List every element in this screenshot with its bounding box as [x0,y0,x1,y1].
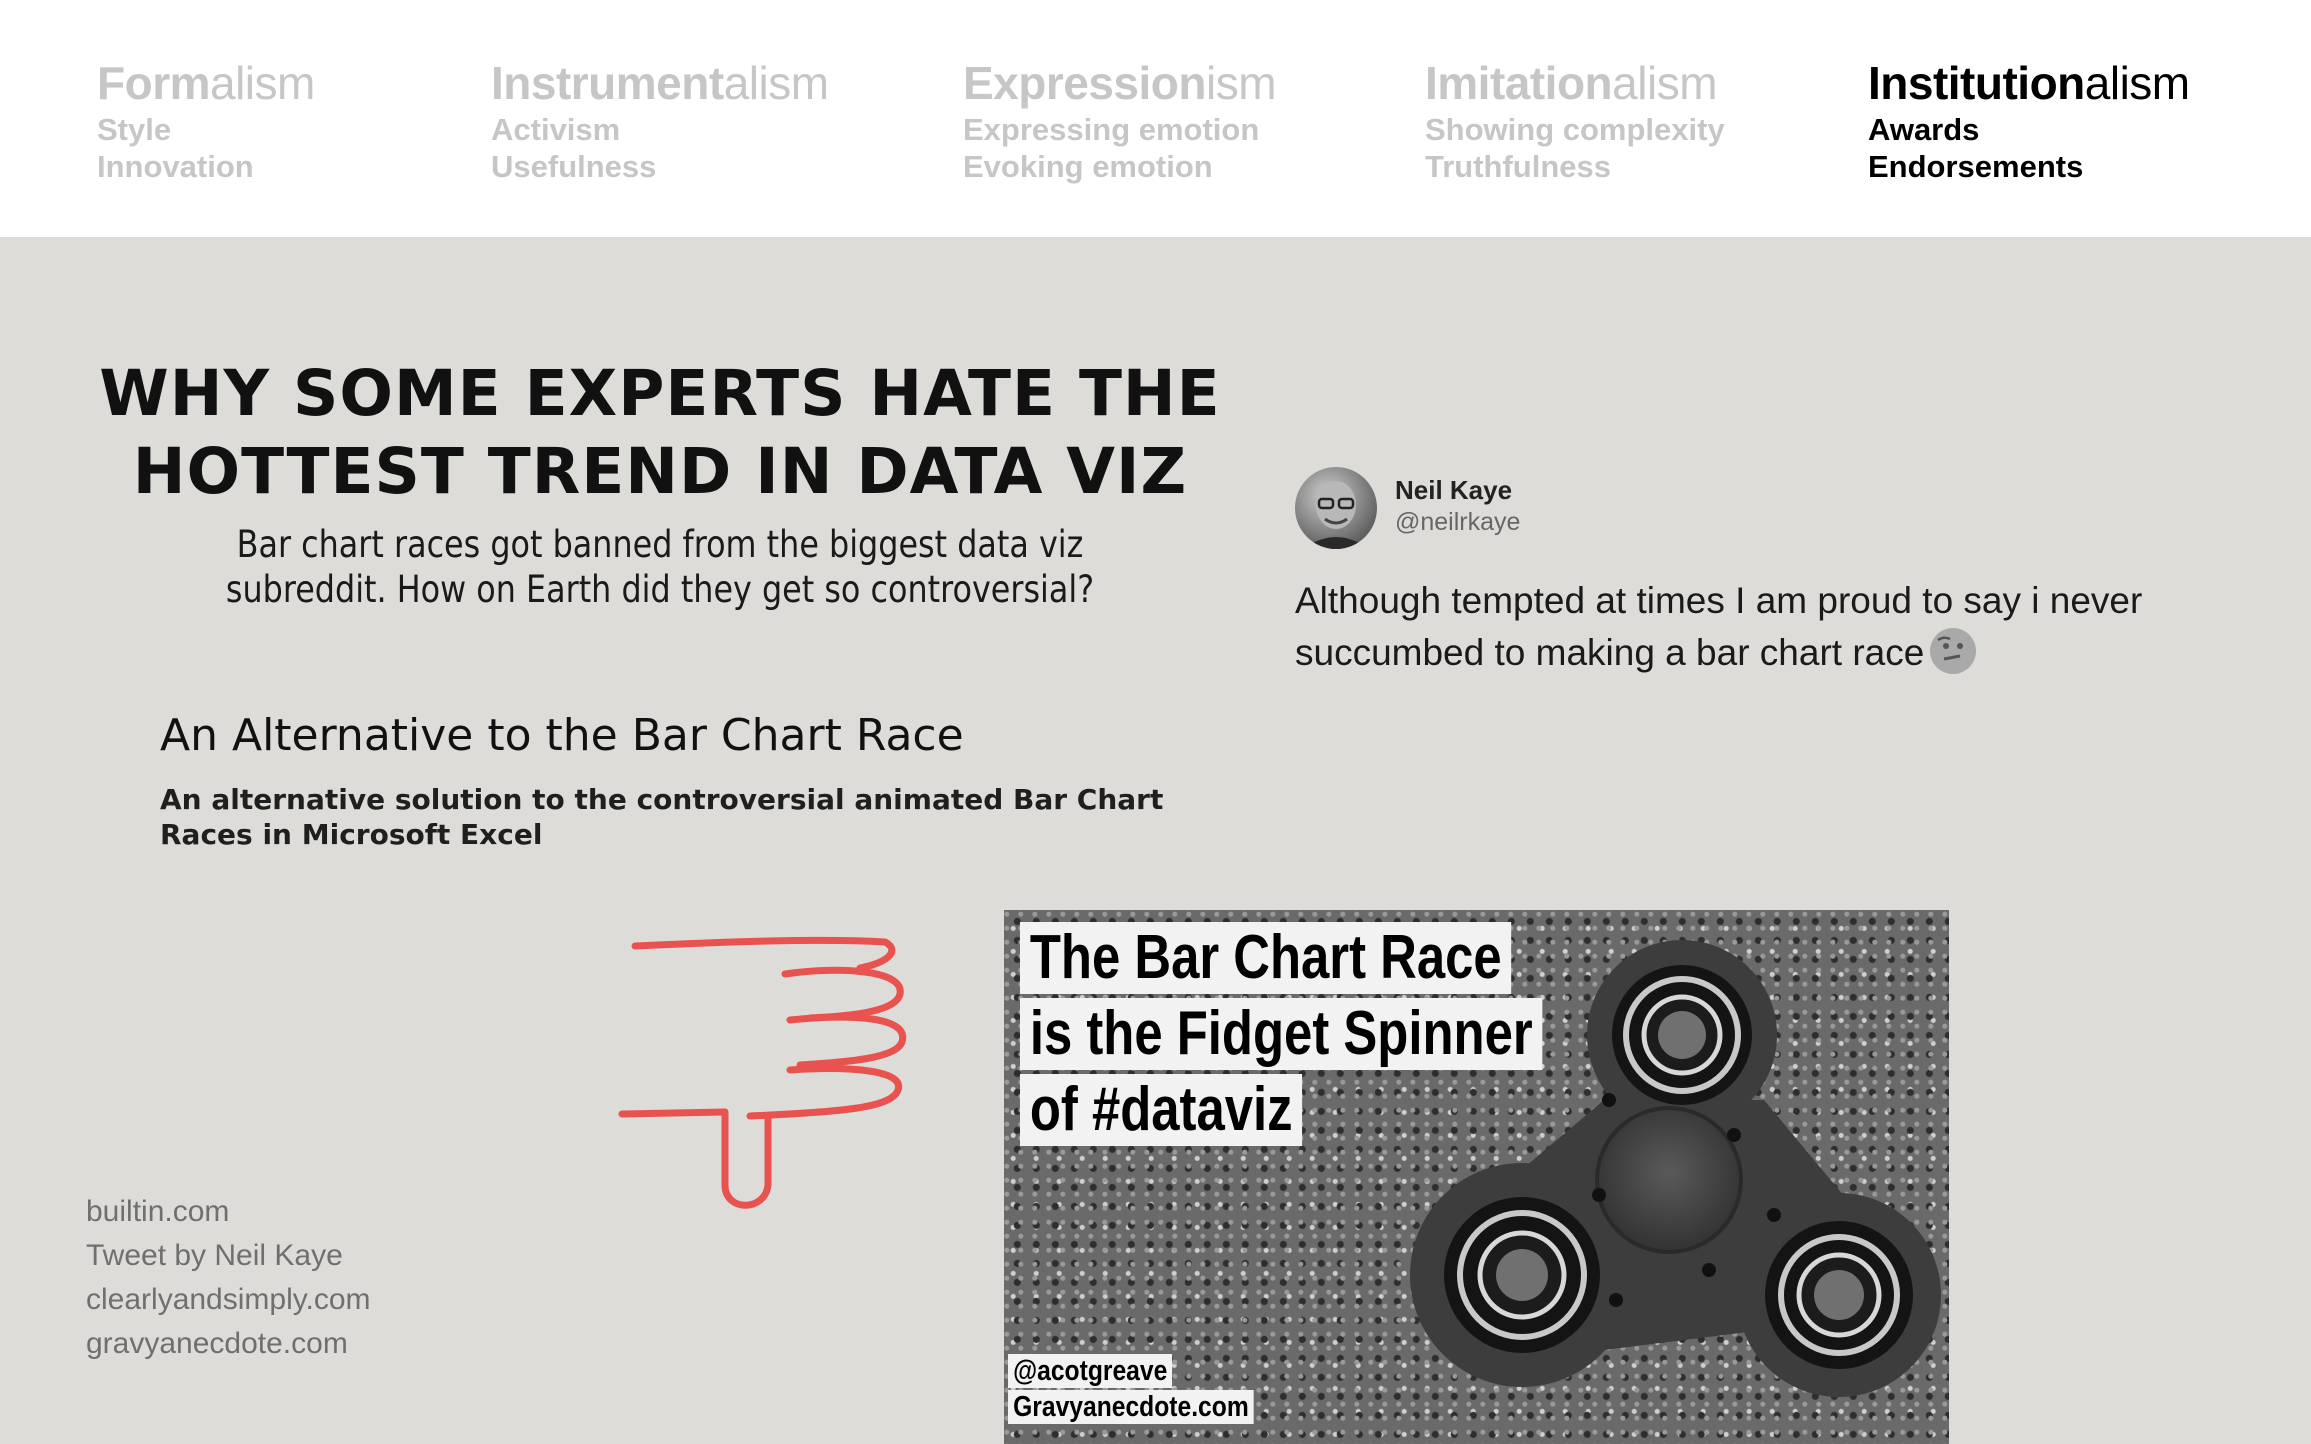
tweet-author-handle: @neilrkaye [1395,508,1521,536]
category-title: Instrumentalism [491,55,829,111]
category-title: Formalism [97,55,315,111]
category-title-bold: Instrument [491,57,724,109]
article-subheadline: Bar chart races got banned from the bigg… [221,522,1098,612]
category-title-suffix: alism [2084,57,2190,109]
image-caption-line: The Bar Chart Race [1020,922,1512,994]
source-item: Tweet by Neil Kaye [86,1239,343,1272]
avatar [1295,467,1377,549]
category-title-bold: Imitation [1425,57,1613,109]
category-title-suffix: alism [210,57,315,109]
category-criterion: Showing complexity [1425,112,1725,147]
category-title-suffix: ism [1206,57,1277,109]
thumbs-down-sketch-icon [618,936,907,1209]
tweet-body: Although tempted at times I am proud to … [1295,580,2143,673]
source-item: clearlyandsimply.com [86,1283,371,1316]
headline-line: HOTTEST TREND IN DATA VIZ [132,435,1188,508]
category-title-bold: Form [97,57,211,109]
subhead-line: subreddit. How on Earth did they get so … [225,568,1095,611]
fidget-spinner-image: The Bar Chart Race is the Fidget Spinner… [1004,910,1949,1444]
image-caption-line: is the Fidget Spinner [1020,998,1543,1070]
category-formalism: Formalism Style Innovation [97,55,315,185]
article-headline: WHY SOME EXPERTS HATE THE HOTTEST TREND … [95,355,1225,511]
category-title-bold: Expression [963,57,1207,109]
source-item: gravyanecdote.com [86,1327,348,1360]
tweet-author-name: Neil Kaye [1395,475,1513,505]
category-criterion: Innovation [97,149,254,184]
category-title-suffix: alism [723,57,829,109]
category-criterion: Evoking emotion [963,149,1213,184]
source-item: builtin.com [86,1195,230,1228]
category-criterion: Awards [1868,112,1980,147]
source-list: builtin.com Tweet by Neil Kaye clearlyan… [86,1190,371,1366]
header-bar: Formalism Style Innovation Instrumentali… [0,0,2311,237]
category-criterion: Usefulness [491,149,657,184]
category-title: Institutionalism [1868,55,2190,111]
image-credit: Gravyanecdote.com [1008,1390,1254,1424]
category-criterion: Truthfulness [1425,149,1612,184]
image-credit: @acotgreave [1008,1354,1173,1388]
category-criterion: Activism [491,112,621,147]
category-criterion: Endorsements [1868,149,2084,184]
category-criterion: Expressing emotion [963,112,1260,147]
category-criterion: Style [97,112,172,147]
category-title-bold: Institution [1868,57,2085,109]
tweet-text: Although tempted at times I am proud to … [1295,575,2235,679]
category-title-suffix: alism [1612,57,1718,109]
alternative-title: An Alternative to the Bar Chart Race [160,710,964,761]
category-institutionalism: Institutionalism Awards Endorsements [1868,55,2190,185]
headline-line: WHY SOME EXPERTS HATE THE [99,357,1221,430]
image-caption-line: of #dataviz [1020,1074,1303,1146]
category-title: Imitationalism [1425,55,1725,111]
category-title: Expressionism [963,55,1277,111]
subhead-line: Bar chart races got banned from the bigg… [236,523,1084,566]
category-instrumentalism: Instrumentalism Activism Usefulness [491,55,829,185]
thinking-face-icon [1930,628,1977,675]
category-expressionism: Expressionism Expressing emotion Evoking… [963,55,1277,185]
category-imitationalism: Imitationalism Showing complexity Truthf… [1425,55,1725,185]
alternative-description: An alternative solution to the controver… [160,783,1164,851]
